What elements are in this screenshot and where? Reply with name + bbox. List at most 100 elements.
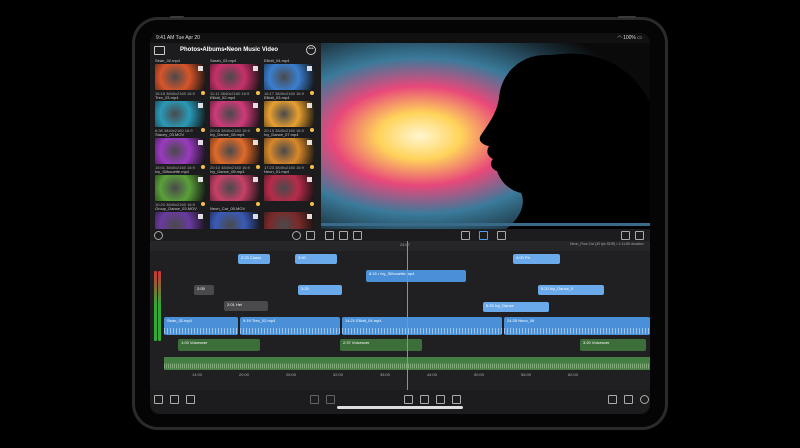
audio-clip[interactable]: 1:03 Voiceover xyxy=(178,339,260,351)
clip-waveform xyxy=(504,328,650,334)
trim-icon[interactable] xyxy=(404,395,413,404)
browser-header: Photos•Albums•Neon Music Video ••• xyxy=(150,43,321,57)
more-icon[interactable]: ••• xyxy=(306,45,316,55)
import-icon[interactable] xyxy=(154,395,163,404)
connected-clip[interactable]: 3:00 xyxy=(295,254,337,264)
favorite-icon xyxy=(198,214,203,219)
favorite-icon xyxy=(253,103,258,108)
ruler-label: 50:00 xyxy=(474,372,485,377)
inspector-icon[interactable] xyxy=(325,231,334,240)
clip-name: Trev_03.mp4 xyxy=(155,95,179,100)
skip-forward-icon[interactable] xyxy=(497,231,506,240)
media-clip[interactable]: Elliott_04.mp4 16:17 3840x2160 16:9 xyxy=(264,58,314,96)
storyline-clip[interactable]: 14:21 Elliott_04.mp4 xyxy=(342,317,502,335)
media-clip[interactable]: Sean_02.mp4 16:18 3840x2160 16:9 xyxy=(155,58,205,96)
clip-name: Group_Dance_03.MOV xyxy=(155,206,197,211)
favorite-icon xyxy=(198,103,203,108)
connected-clip[interactable]: 3:25 xyxy=(298,285,342,295)
app-screen: 9:41 AM Tue Apr 20 ◠ 100% ▭ Photos•Album… xyxy=(150,33,650,414)
media-clip[interactable]: Ivy_Dance_07.mp4 17:23 3840x2160 16:9 xyxy=(264,132,314,170)
playhead[interactable] xyxy=(407,241,408,390)
project-info: Neon_Flow Cut (30 fps SDR) • 1:11:85 dur… xyxy=(570,242,644,246)
favorite-icon xyxy=(307,214,312,219)
clip-waveform xyxy=(342,328,502,334)
storyline-clip[interactable]: 9:19 Trev_02.mp4 xyxy=(240,317,340,335)
share-icon[interactable] xyxy=(608,395,617,404)
viewer-scrubber[interactable] xyxy=(321,223,650,226)
checkmark-icon[interactable] xyxy=(420,395,429,404)
ruler-label: 56:00 xyxy=(521,372,532,377)
storyline-clip[interactable]: 24:35 Neon_06 xyxy=(504,317,650,335)
undo-icon[interactable] xyxy=(621,231,630,240)
help-icon[interactable] xyxy=(640,395,649,404)
clip-label: 14:21 Elliott_04.mp4 xyxy=(345,318,382,323)
delete-icon[interactable] xyxy=(452,395,461,404)
breadcrumb[interactable]: Photos•Albums•Neon Music Video xyxy=(180,47,278,53)
clip-label: 2:37 Voiceover xyxy=(343,340,370,345)
cut-icon[interactable] xyxy=(436,395,445,404)
ruler-label: 38:00 xyxy=(380,372,391,377)
media-clip[interactable]: Sarah_03.mp4 11:11 3840x2160 16:9 xyxy=(210,58,260,96)
ruler-label: 26:00 xyxy=(286,372,297,377)
folder-icon[interactable] xyxy=(154,46,165,55)
video-viewer xyxy=(321,43,650,229)
media-clip[interactable]: Elliott_03.mp4 20:15 3840x2160 16:9 xyxy=(264,95,314,133)
media-clip[interactable]: Neon_01.mp4 xyxy=(264,169,314,207)
favorite-icon xyxy=(307,103,312,108)
media-clip[interactable]: Stacey_03.MOV 15:01 3840x2160 16:9 xyxy=(155,132,205,170)
storyline-clip[interactable]: Sean_02.mp4 xyxy=(164,317,238,335)
favorite-icon xyxy=(307,140,312,145)
clip-name: Ivy_Dance_06.mp4 xyxy=(210,169,245,174)
timeline[interactable]: 24:07 Neon_Flow Cut (30 fps SDR) • 1:11:… xyxy=(150,241,650,390)
clip-name: Elliott_02.mp4 xyxy=(210,95,236,100)
magic-icon[interactable] xyxy=(353,231,362,240)
clip-label: 2:23 Classi xyxy=(241,255,261,260)
clip-label: 1:03 Voiceover xyxy=(181,340,208,345)
battery-icon: ▭ xyxy=(637,35,642,41)
audio-clip[interactable]: 3:20 Voiceover xyxy=(580,339,646,351)
redo-icon[interactable] xyxy=(635,231,644,240)
viewer-toolbar xyxy=(321,229,650,241)
skip-back-icon[interactable] xyxy=(461,231,470,240)
connected-clip[interactable]: 5:20 Ivy_Dance_0 xyxy=(538,285,604,295)
connected-clip[interactable]: 8:15 • Ivy_Silhouette.mp4 xyxy=(366,270,466,282)
clip-name: Sean_02.mp4 xyxy=(155,58,180,63)
volume-button xyxy=(170,16,184,18)
browser-toggle-icon[interactable] xyxy=(170,395,179,404)
play-icon[interactable] xyxy=(479,231,488,240)
layout-icon[interactable] xyxy=(624,395,633,404)
timeline-ruler[interactable]: 24:07 Neon_Flow Cut (30 fps SDR) • 1:11:… xyxy=(150,241,650,251)
connected-clip[interactable]: 4:00 Ph xyxy=(513,254,560,264)
marker-icon[interactable] xyxy=(339,231,348,240)
clip-waveform xyxy=(240,328,340,334)
media-browser: Photos•Albums•Neon Music Video ••• Sean_… xyxy=(150,43,321,243)
media-clip[interactable]: Elliott_02.mp4 20:06 3840x2160 16:9 xyxy=(210,95,260,133)
viewer-frame xyxy=(321,43,650,229)
connected-clip[interactable]: 2:23 Classi xyxy=(238,254,270,264)
filter-icon[interactable] xyxy=(306,231,315,240)
media-clip[interactable]: Ivy_Silhouette.mp4 10:20 3840x2160 16:9 xyxy=(155,169,205,207)
clip-name: Sarah_03.mp4 xyxy=(210,58,237,63)
favorite-icon xyxy=(253,66,258,71)
media-clip[interactable]: Ivy_Dance_06.mp4 xyxy=(210,169,260,207)
favorite-icon xyxy=(307,177,312,182)
clip-label: 3:20 Voiceover xyxy=(583,340,610,345)
favorite-icon xyxy=(253,177,258,182)
favorite-icon xyxy=(253,140,258,145)
blade-icon[interactable] xyxy=(310,395,319,404)
audio-clip[interactable]: 2:37 Voiceover xyxy=(340,339,422,351)
connected-clip[interactable]: 2:01 Hei xyxy=(224,301,268,311)
clip-waveform xyxy=(164,328,238,334)
select-icon[interactable] xyxy=(154,231,163,240)
connected-clip[interactable]: 5:25 Ivy_Dance xyxy=(483,302,549,312)
connected-clip[interactable]: 2:05 xyxy=(194,285,214,295)
split-icon[interactable] xyxy=(326,395,335,404)
ruler-label: 14:00 xyxy=(192,372,203,377)
battery-indicator: ◠ 100% ▭ xyxy=(617,35,642,41)
clip-name: Elliott_03.mp4 xyxy=(264,95,290,100)
clip-label: 24:35 Neon_06 xyxy=(507,318,535,323)
media-clip[interactable]: Trev_03.mp4 6:38 3840x2160 16:9 xyxy=(155,95,205,133)
media-clip[interactable]: Ivy_Dance_08.mp4 20:10 3840x2160 16:9 xyxy=(210,132,260,170)
search-icon[interactable] xyxy=(292,231,301,240)
list-icon[interactable] xyxy=(186,395,195,404)
